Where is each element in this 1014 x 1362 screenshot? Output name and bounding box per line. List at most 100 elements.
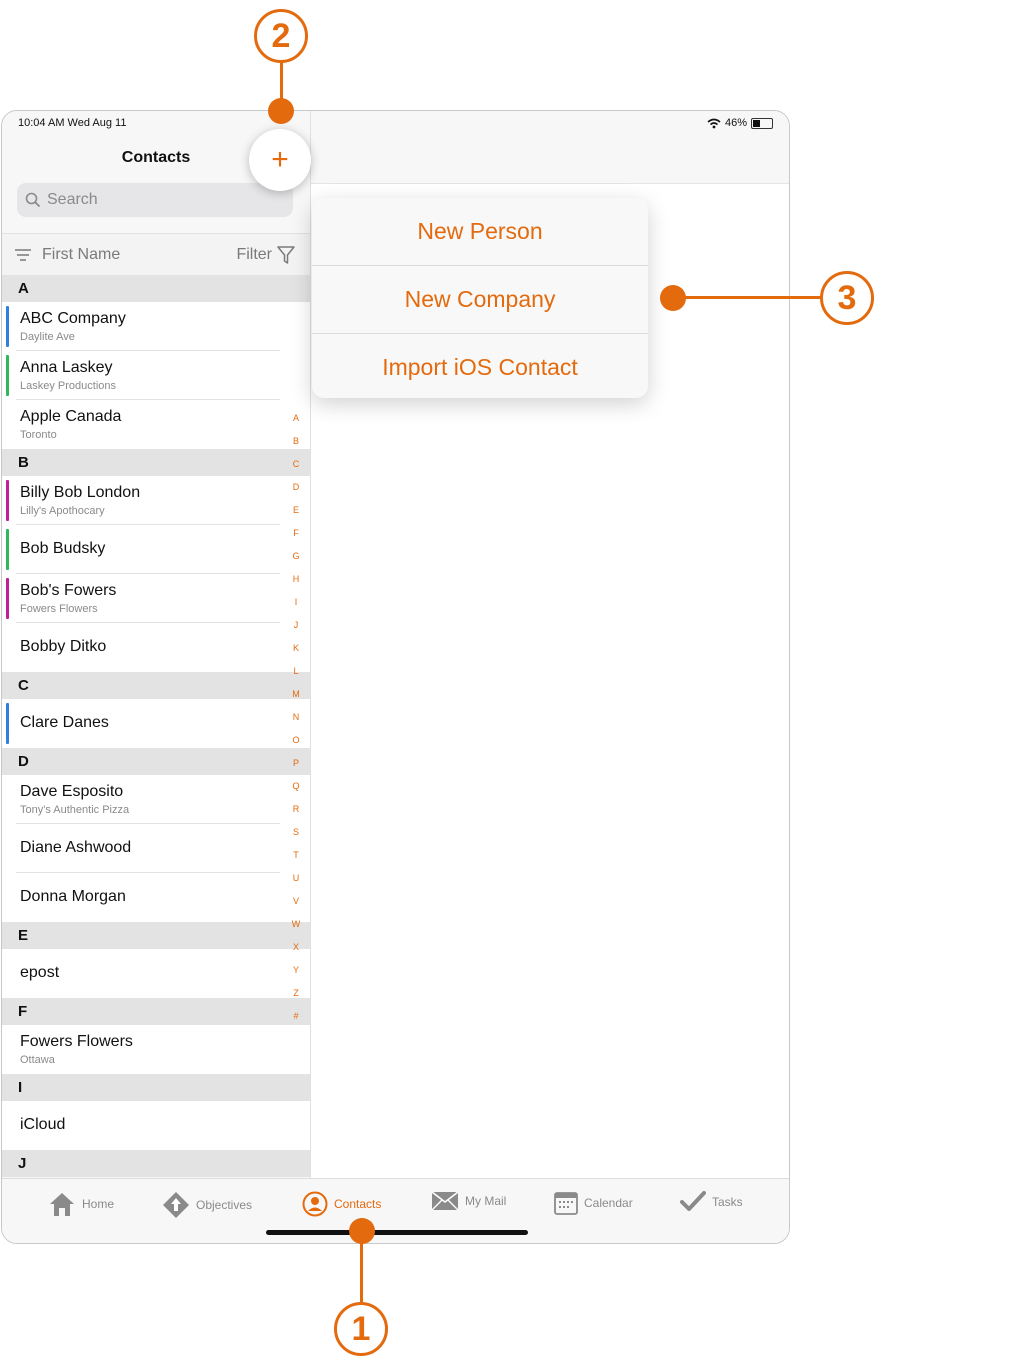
tasks-icon (680, 1191, 706, 1211)
callout-badge-2: 2 (254, 9, 308, 63)
tab-tasks[interactable]: Tasks (680, 1191, 743, 1213)
section-header: E (2, 922, 310, 949)
contact-row[interactable]: Diane Ashwood (2, 824, 310, 873)
index-letter[interactable]: V (289, 890, 303, 913)
callout-dot-1 (349, 1218, 375, 1244)
index-letter[interactable]: M (289, 683, 303, 706)
category-color-bar (6, 355, 9, 396)
contact-subtitle: Lilly's Apothocary (20, 505, 105, 517)
contact-name: iCloud (20, 1116, 66, 1133)
contact-row[interactable]: Fowers Flowers Ottawa (2, 1025, 310, 1074)
import-ios-contact-option[interactable]: Import iOS Contact (312, 334, 648, 401)
status-indicators: 46% (707, 117, 773, 129)
contact-name: Diane Ashwood (20, 839, 132, 856)
index-letter[interactable]: I (289, 591, 303, 614)
status-time: 10:04 AM Wed Aug 11 (18, 117, 127, 129)
index-letter[interactable]: L (289, 660, 303, 683)
contact-row[interactable]: Donna Morgan (2, 873, 310, 922)
tab-my-mail[interactable]: My Mail (431, 1191, 506, 1211)
index-letter[interactable]: A (289, 407, 303, 430)
contact-row[interactable]: Bobby Ditko (2, 623, 310, 672)
contact-list: A ABC Company Daylite Ave Anna Laskey Laskey… (2, 275, 310, 1177)
index-letter[interactable]: H (289, 568, 303, 591)
index-letter[interactable]: D (289, 476, 303, 499)
contact-subtitle: Tony's Authentic Pizza (20, 804, 130, 816)
index-letter[interactable]: B (289, 430, 303, 453)
index-letter[interactable]: T (289, 844, 303, 867)
index-letter[interactable]: O (289, 729, 303, 752)
calendar-icon (554, 1192, 578, 1215)
callout-badge-1: 1 (334, 1302, 388, 1356)
contact-name: Clare Danes (20, 714, 109, 731)
index-letter[interactable]: J (289, 614, 303, 637)
new-person-option[interactable]: New Person (312, 198, 648, 266)
callout-badge-3: 3 (820, 271, 874, 325)
category-color-bar (6, 306, 9, 347)
filter-button[interactable]: Filter (236, 246, 272, 264)
add-contact-button[interactable]: + (249, 129, 311, 191)
tab-calendar-label: Calendar (584, 1196, 633, 1210)
home-indicator[interactable] (266, 1230, 528, 1235)
index-letter[interactable]: Q (289, 775, 303, 798)
section-header: J (2, 1150, 310, 1177)
index-letter[interactable]: W (289, 913, 303, 936)
index-letter[interactable]: S (289, 821, 303, 844)
index-letter[interactable]: F (289, 522, 303, 545)
tab-my-mail-label: My Mail (465, 1194, 507, 1208)
index-letter[interactable]: P (289, 752, 303, 775)
index-letter[interactable]: K (289, 637, 303, 660)
contact-row[interactable]: Anna Laskey Laskey Productions (2, 351, 310, 400)
contact-subtitle: Fowers Flowers (20, 603, 98, 615)
contact-name: Fowers Flowers (20, 1033, 133, 1050)
index-letter[interactable]: C (289, 453, 303, 476)
contact-row[interactable]: ABC Company Daylite Ave (2, 302, 310, 351)
contact-subtitle: Ottawa (20, 1054, 55, 1066)
filter-icon[interactable] (276, 245, 296, 265)
contacts-master-pane: 10:04 AM Wed Aug 11 Contacts Search Firs… (2, 111, 311, 1181)
alphabet-index[interactable]: A B C D E F G H I J K L M N O P Q R S T U V W X Y Z # (289, 407, 303, 1028)
home-icon (50, 1193, 74, 1216)
section-header: D (2, 748, 310, 775)
callout-dot-2 (268, 98, 294, 124)
callout-line-3 (680, 296, 822, 299)
contact-row[interactable]: Clare Danes (2, 699, 310, 748)
mail-icon (431, 1191, 459, 1211)
contact-row[interactable]: epost (2, 949, 310, 998)
section-header: A (2, 275, 310, 302)
contact-subtitle: Laskey Productions (20, 380, 116, 392)
section-header: I (2, 1074, 310, 1101)
detail-header: 46% (311, 111, 789, 184)
contact-row[interactable]: Bob Budsky (2, 525, 310, 574)
contact-row[interactable]: iCloud (2, 1101, 310, 1150)
index-letter[interactable]: Y (289, 959, 303, 982)
contact-name: ABC Company (20, 310, 126, 327)
index-letter[interactable]: E (289, 499, 303, 522)
add-menu-popover: New Person New Company Import iOS Contac… (312, 198, 648, 398)
contact-row[interactable]: Bob's Fowers Fowers Flowers (2, 574, 310, 623)
index-letter[interactable]: Z (289, 982, 303, 1005)
tab-objectives-label: Objectives (196, 1198, 253, 1212)
index-letter[interactable]: # (289, 1005, 303, 1028)
contact-row[interactable]: Apple Canada Toronto (2, 400, 310, 449)
tab-objectives[interactable]: Objectives (162, 1191, 252, 1219)
index-letter[interactable]: X (289, 936, 303, 959)
wifi-icon (707, 118, 721, 128)
contact-name: Bob Budsky (20, 540, 106, 557)
contact-row[interactable]: Dave Esposito Tony's Authentic Pizza (2, 775, 310, 824)
contacts-icon (302, 1191, 328, 1217)
sort-bar[interactable]: First Name Filter (2, 233, 310, 276)
search-placeholder: Search (47, 191, 98, 208)
index-letter[interactable]: N (289, 706, 303, 729)
index-letter[interactable]: R (289, 798, 303, 821)
tab-home[interactable]: Home (48, 1191, 114, 1217)
contact-name: epost (20, 964, 60, 981)
new-company-option[interactable]: New Company (312, 266, 648, 334)
index-letter[interactable]: G (289, 545, 303, 568)
search-input[interactable]: Search (17, 183, 293, 217)
index-letter[interactable]: U (289, 867, 303, 890)
tab-contacts[interactable]: Contacts (302, 1191, 381, 1217)
sort-field-label[interactable]: First Name (42, 246, 120, 264)
contact-row[interactable]: Billy Bob London Lilly's Apothocary (2, 476, 310, 525)
tab-calendar[interactable]: Calendar (554, 1191, 633, 1215)
category-color-bar (6, 529, 9, 570)
